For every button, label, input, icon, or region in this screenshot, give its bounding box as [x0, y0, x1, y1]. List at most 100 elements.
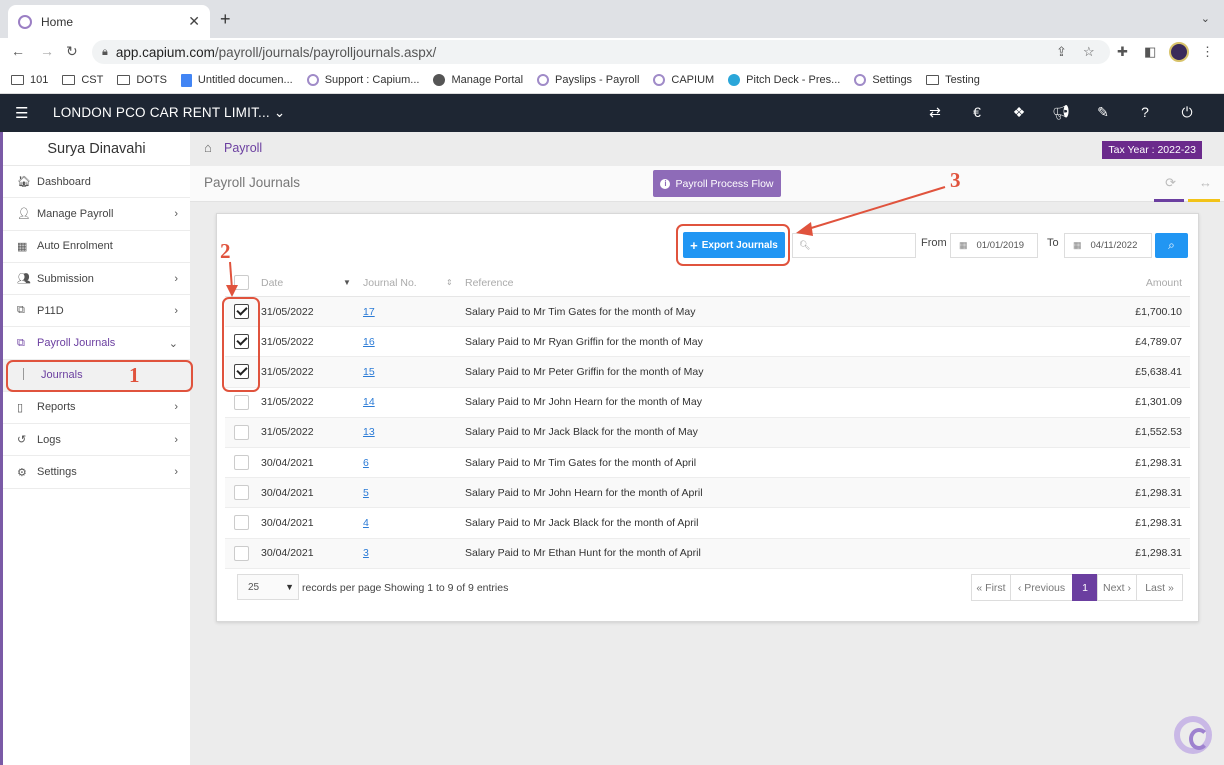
- reload-icon[interactable]: ↻: [66, 43, 78, 60]
- cell-date: 31/05/2022: [261, 426, 314, 439]
- bookmark-item[interactable]: Untitled documen...: [180, 73, 293, 87]
- journal-link[interactable]: 14: [363, 396, 375, 408]
- journal-link[interactable]: 6: [363, 457, 369, 469]
- power-icon[interactable]: ⏻: [1166, 104, 1208, 121]
- bookmark-item[interactable]: CST: [62, 74, 103, 86]
- sort-desc-icon[interactable]: ▼: [343, 278, 351, 287]
- browser-tab[interactable]: Home ✕: [8, 5, 210, 38]
- search-button[interactable]: ⌕: [1155, 233, 1188, 258]
- new-tab-icon[interactable]: +: [220, 9, 231, 30]
- table-row[interactable]: 30/04/2021 4 Salary Paid to Mr Jack Black …: [225, 508, 1190, 539]
- chevron-down-icon[interactable]: ⌄: [1201, 12, 1210, 25]
- bookmark-item[interactable]: CAPIUM: [653, 74, 714, 86]
- hamburger-menu-icon[interactable]: ☰: [15, 104, 28, 122]
- sidebar-item-label: Reports: [37, 401, 76, 414]
- folder-icon: [11, 75, 24, 85]
- sort-icon[interactable]: ⇕: [446, 278, 453, 287]
- row-checkbox[interactable]: [234, 394, 249, 410]
- table-row[interactable]: 30/04/2021 6 Salary Paid to Mr Tim Gates f…: [225, 448, 1190, 479]
- breadcrumb-payroll[interactable]: Payroll: [224, 141, 262, 155]
- header-date[interactable]: Date: [261, 277, 283, 289]
- bookmark-item[interactable]: Settings: [854, 74, 912, 86]
- close-tab-icon[interactable]: ✕: [188, 13, 200, 30]
- sidebar-item-settings[interactable]: ⚙ Settings ›: [3, 456, 190, 489]
- sidebar-item-manage-payroll[interactable]: 👤︎ Manage Payroll ›: [3, 198, 190, 231]
- capium-icon[interactable]: €: [956, 104, 998, 121]
- table-row[interactable]: 30/04/2021 3 Salary Paid to Mr Ethan Hunt …: [225, 538, 1190, 569]
- next-page-button[interactable]: Next ›: [1097, 574, 1137, 601]
- forward-icon[interactable]: →: [40, 43, 54, 59]
- sidebar-item-logs[interactable]: ↺ Logs ›: [3, 424, 190, 457]
- table-row[interactable]: 31/05/2022 13 Salary Paid to Mr Jack Black…: [225, 417, 1190, 448]
- header-amount[interactable]: Amount: [1146, 277, 1182, 289]
- company-selector[interactable]: LONDON PCO CAR RENT LIMIT... ⌄: [53, 105, 285, 121]
- journal-link[interactable]: 16: [363, 336, 375, 348]
- back-icon[interactable]: ←: [11, 43, 25, 59]
- bookmark-item[interactable]: Testing: [926, 74, 980, 86]
- row-checkbox[interactable]: [234, 545, 249, 561]
- extensions-icon[interactable]: ✚: [1117, 44, 1128, 60]
- bookmark-item[interactable]: 101: [11, 74, 48, 86]
- row-checkbox[interactable]: [234, 485, 249, 501]
- header-journal-no[interactable]: Journal No.: [363, 277, 417, 289]
- report-icon: ▯: [17, 401, 24, 414]
- payroll-process-flow-button[interactable]: i Payroll Process Flow: [653, 170, 781, 197]
- table-row[interactable]: 31/05/2022 14 Salary Paid to Mr John Hearn…: [225, 388, 1190, 418]
- cell-amount: £4,789.07: [1135, 335, 1182, 348]
- sidepanel-icon[interactable]: ◧: [1144, 44, 1156, 60]
- tax-year-badge[interactable]: Tax Year : 2022-23: [1102, 141, 1202, 159]
- apps-icon[interactable]: ❖: [998, 104, 1040, 121]
- switch-icon[interactable]: ⇄: [914, 104, 956, 121]
- select-all-checkbox[interactable]: [234, 275, 249, 290]
- help-icon[interactable]: ?: [1124, 104, 1166, 121]
- row-checkbox[interactable]: [234, 455, 249, 471]
- journal-link[interactable]: 15: [363, 366, 375, 378]
- previous-page-button[interactable]: ‹ Previous: [1010, 574, 1073, 601]
- row-checkbox[interactable]: [234, 424, 249, 440]
- share-icon[interactable]: ⇪: [1056, 44, 1067, 60]
- menu-icon[interactable]: ⋮: [1201, 44, 1214, 60]
- address-bar[interactable]: 🔒︎ app.capium.com/payroll/journals/payro…: [92, 40, 1110, 64]
- megaphone-icon[interactable]: 📢︎: [1040, 104, 1082, 121]
- refresh-icon[interactable]: ⟳: [1165, 175, 1176, 191]
- to-label: To: [1047, 237, 1059, 249]
- header-reference[interactable]: Reference: [465, 277, 513, 289]
- journal-link[interactable]: 5: [363, 487, 369, 499]
- profile-avatar[interactable]: [1169, 42, 1189, 62]
- cell-reference: Salary Paid to Mr Jack Black for the mon…: [465, 516, 699, 529]
- search-input[interactable]: [815, 240, 916, 251]
- journal-link[interactable]: 17: [363, 306, 375, 318]
- sidebar-item-submission[interactable]: 👥︎ Submission ›: [3, 263, 190, 296]
- journal-link[interactable]: 13: [363, 426, 375, 438]
- bookmark-item[interactable]: DOTS: [117, 74, 167, 86]
- ticket-icon[interactable]: ✎: [1082, 104, 1124, 121]
- bookmark-item[interactable]: Support : Capium...: [306, 74, 419, 86]
- from-date-input[interactable]: ▦ 01/01/2019: [950, 233, 1038, 258]
- last-page-button[interactable]: Last »: [1136, 574, 1183, 601]
- page-size-select[interactable]: 25 ▼: [237, 574, 299, 600]
- table-row[interactable]: 31/05/2022 15 Salary Paid to Mr Peter Grif…: [225, 357, 1190, 388]
- page-1-button[interactable]: 1: [1072, 574, 1098, 601]
- bookmark-item[interactable]: Manage Portal: [433, 74, 523, 86]
- expand-icon[interactable]: ↔: [1199, 175, 1212, 190]
- star-icon[interactable]: ☆: [1083, 44, 1095, 60]
- to-date-input[interactable]: ▦ 04/11/2022: [1064, 233, 1152, 258]
- search-field[interactable]: 🔍︎: [792, 233, 916, 258]
- table-row[interactable]: 31/05/2022 17 Salary Paid to Mr Tim Gates …: [225, 297, 1190, 328]
- table-row[interactable]: 30/04/2021 5 Salary Paid to Mr John Hearn …: [225, 478, 1190, 509]
- capium-chat-icon[interactable]: [1174, 716, 1212, 754]
- table-row[interactable]: 31/05/2022 16 Salary Paid to Mr Ryan Griff…: [225, 327, 1190, 358]
- bookmark-item[interactable]: Pitch Deck - Pres...: [728, 74, 840, 86]
- sidebar-item-reports[interactable]: ▯ Reports ›: [3, 392, 190, 425]
- sidebar-item-auto-enrolment[interactable]: ▦ Auto Enrolment: [3, 231, 190, 263]
- sidebar-item-dashboard[interactable]: 🏠︎ Dashboard: [3, 166, 190, 199]
- cell-amount: £1,298.31: [1135, 516, 1182, 529]
- journal-link[interactable]: 4: [363, 517, 369, 529]
- journal-link[interactable]: 3: [363, 547, 369, 559]
- bookmark-item[interactable]: Payslips - Payroll: [537, 74, 639, 86]
- first-page-button[interactable]: « First: [971, 574, 1011, 601]
- home-icon[interactable]: ⌂: [204, 140, 212, 155]
- sidebar-item-payroll-journals[interactable]: ⧉ Payroll Journals ⌄: [3, 327, 190, 360]
- sidebar-item-p11d[interactable]: ⧉ P11D ›: [3, 295, 190, 328]
- row-checkbox[interactable]: [234, 515, 249, 531]
